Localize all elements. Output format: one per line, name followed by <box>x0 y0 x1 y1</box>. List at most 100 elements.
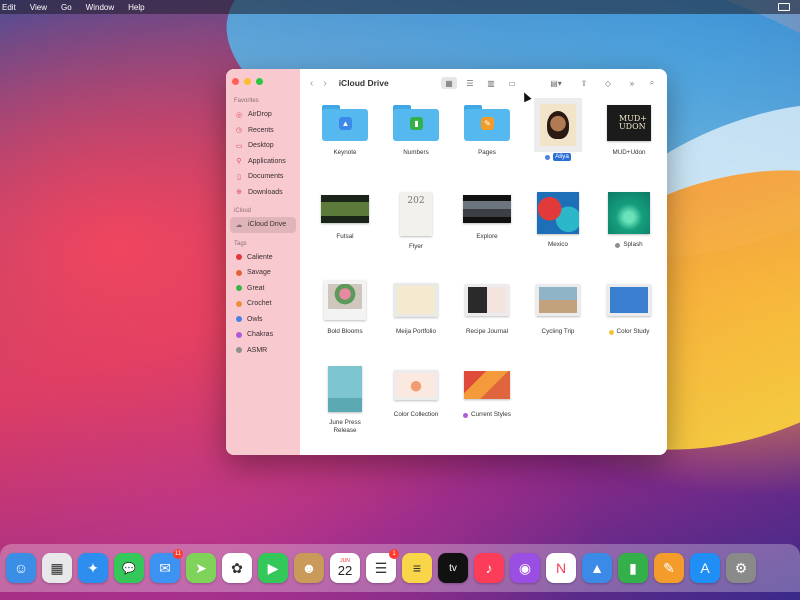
file-item-mud-udon[interactable]: MUD+ UDON MUD+Udon <box>594 103 664 157</box>
tag-item-chakras[interactable]: Chakras <box>226 327 300 343</box>
music-app-icon[interactable]: ♪ <box>474 553 504 583</box>
file-item-numbers[interactable]: ▮ Numbers <box>381 103 451 157</box>
file-item-mexico[interactable]: Mexico <box>523 191 593 249</box>
file-name: Color Collection <box>393 411 439 418</box>
contacts-app-icon[interactable]: ☻ <box>294 553 324 583</box>
file-label: Mexico <box>523 241 593 249</box>
keynote-app-icon[interactable]: ▲ <box>582 553 612 583</box>
reminders-app-icon[interactable]: ☰ 1 <box>366 549 399 583</box>
window-controls <box>226 78 300 85</box>
app-glyph: ✦ <box>87 559 99 576</box>
list-view-icon[interactable]: ☰ <box>462 77 478 89</box>
file-item-keynote[interactable]: ▲ Keynote <box>310 103 380 157</box>
menu-window[interactable]: Window <box>86 3 114 12</box>
tag-dot-icon <box>236 285 242 292</box>
menu-edit[interactable]: Edit <box>2 3 16 12</box>
fullscreen-button[interactable] <box>256 78 263 85</box>
tag-dot-icon <box>236 316 242 323</box>
sidebar-item-desktop[interactable]: ▭ Desktop <box>226 138 300 154</box>
app-store-app-icon[interactable]: A <box>690 553 720 583</box>
group-icon[interactable]: ▤▾ <box>546 77 566 89</box>
pages-app-icon[interactable]: ✎ <box>654 553 684 583</box>
safari-app-icon[interactable]: ✦ <box>78 553 108 583</box>
file-item-current-styles[interactable]: Current Styles <box>452 365 522 419</box>
file-item-color-study[interactable]: Color Study <box>594 278 664 336</box>
numbers-app-icon[interactable]: ▮ <box>618 553 648 583</box>
sidebar-item-airdrop[interactable]: ◎ AirDrop <box>226 107 300 123</box>
menu-go[interactable]: Go <box>61 3 72 12</box>
file-item-futsal[interactable]: Futsal <box>310 191 380 241</box>
tag-item-savage[interactable]: Savage <box>226 265 300 281</box>
file-item-color-collection[interactable]: Color Collection <box>381 365 451 419</box>
file-name: MUD+Udon <box>612 149 646 156</box>
finder-sidebar: Favorites ◎ AirDrop ◷ Recents ▭ Desktop ⚲ Appli… <box>226 69 300 455</box>
search-icon[interactable]: ⌕ <box>644 77 660 89</box>
tag-icon[interactable]: ◇ <box>600 77 616 89</box>
tag-label: ASMR <box>247 346 268 354</box>
file-item-bold-blooms[interactable]: Bold Blooms <box>310 278 380 336</box>
finder-app-icon[interactable]: ☺ <box>6 553 36 583</box>
tag-item-asmr[interactable]: ASMR <box>226 343 300 359</box>
image-thumbnail <box>608 192 650 234</box>
sidebar-item-label: Desktop <box>248 142 274 150</box>
poster-thumbnail: MUD+ UDON <box>607 105 651 141</box>
download-icon: ⊕ <box>236 189 242 197</box>
minimize-button[interactable] <box>244 78 251 85</box>
file-item-splash[interactable]: Splash <box>594 191 664 249</box>
system-preferences-app-icon[interactable]: ⚙ <box>726 553 756 583</box>
grid-view-icon[interactable]: ▦ <box>441 77 457 89</box>
close-button[interactable] <box>232 78 239 85</box>
forward-button[interactable]: › <box>323 78 326 89</box>
sidebar-item-documents[interactable]: ▯ Documents <box>226 169 300 185</box>
file-item-cycling-trip[interactable]: Cycling Trip <box>523 278 593 336</box>
file-item-aliya[interactable]: Aliya <box>523 98 593 161</box>
tag-dot-icon <box>615 242 621 248</box>
display-icon[interactable] <box>778 3 790 11</box>
news-app-icon[interactable]: N <box>546 553 576 583</box>
tag-item-crochet[interactable]: Crochet <box>226 296 300 312</box>
file-item-june-press-release[interactable]: June Press Release <box>310 365 380 435</box>
file-item-flyer[interactable]: 202 Flyer <box>381 191 451 251</box>
app-glyph: ✎ <box>663 559 675 576</box>
file-item-explore[interactable]: Explore <box>452 191 522 241</box>
sidebar-item-label: iCloud Drive <box>248 221 287 229</box>
podcasts-app-icon[interactable]: ◉ <box>510 553 540 583</box>
maps-app-icon[interactable]: ➤ <box>186 553 216 583</box>
calendar-day: 22 <box>337 563 353 578</box>
sidebar-item-recents[interactable]: ◷ Recents <box>226 123 300 139</box>
back-button[interactable]: ‹ <box>310 78 313 89</box>
tag-item-caliente[interactable]: Caliente <box>226 250 300 266</box>
finder-content: ‹ › iCloud Drive ▦ ☰ ▥ ▭ ▤▾ ⇪ ◇ » ⌕ ▲ Key… <box>300 69 667 455</box>
calendar-app-icon[interactable]: JUN 22 <box>330 553 360 583</box>
menu-help[interactable]: Help <box>128 3 144 12</box>
sidebar-item-icloud-drive[interactable]: ☁ iCloud Drive <box>230 217 296 233</box>
file-item-recipe-journal[interactable]: Recipe Journal <box>452 278 522 336</box>
sidebar-item-downloads[interactable]: ⊕ Downloads <box>226 185 300 201</box>
messages-app-icon[interactable]: 💬 <box>114 553 144 583</box>
more-icon[interactable]: » <box>624 77 640 89</box>
tag-label: Crochet <box>247 300 272 308</box>
tag-item-owls[interactable]: Owls <box>226 312 300 328</box>
photos-app-icon[interactable]: ✿ <box>222 553 252 583</box>
mail-app-icon[interactable]: ✉ 11 <box>150 549 183 583</box>
facetime-app-icon[interactable]: ▶ <box>258 553 288 583</box>
file-item-pages[interactable]: ✎ Pages <box>452 103 522 157</box>
menu-view[interactable]: View <box>30 3 47 12</box>
file-label: June Press Release <box>310 419 380 435</box>
column-view-icon[interactable]: ▥ <box>483 77 499 89</box>
app-glyph: ◉ <box>518 559 532 576</box>
app-glyph: tv <box>449 562 457 574</box>
app-glyph: ≡ <box>412 560 422 576</box>
notes-app-icon[interactable]: ≡ <box>402 553 432 583</box>
gallery-view-icon[interactable]: ▭ <box>504 77 520 89</box>
app-glyph: ☻ <box>301 560 317 576</box>
sidebar-item-applications[interactable]: ⚲ Applications <box>226 154 300 170</box>
document-thumbnail <box>536 284 580 316</box>
tag-item-great[interactable]: Great <box>226 281 300 297</box>
share-icon[interactable]: ⇪ <box>576 77 592 89</box>
file-item-meija-portfolio[interactable]: Meija Portfolio <box>381 278 451 336</box>
launchpad-app-icon[interactable]: ▦ <box>42 553 72 583</box>
tag-label: Savage <box>247 269 271 277</box>
tv-app-icon[interactable]: tv <box>438 553 468 583</box>
sidebar-heading-favorites: Favorites <box>234 98 259 104</box>
